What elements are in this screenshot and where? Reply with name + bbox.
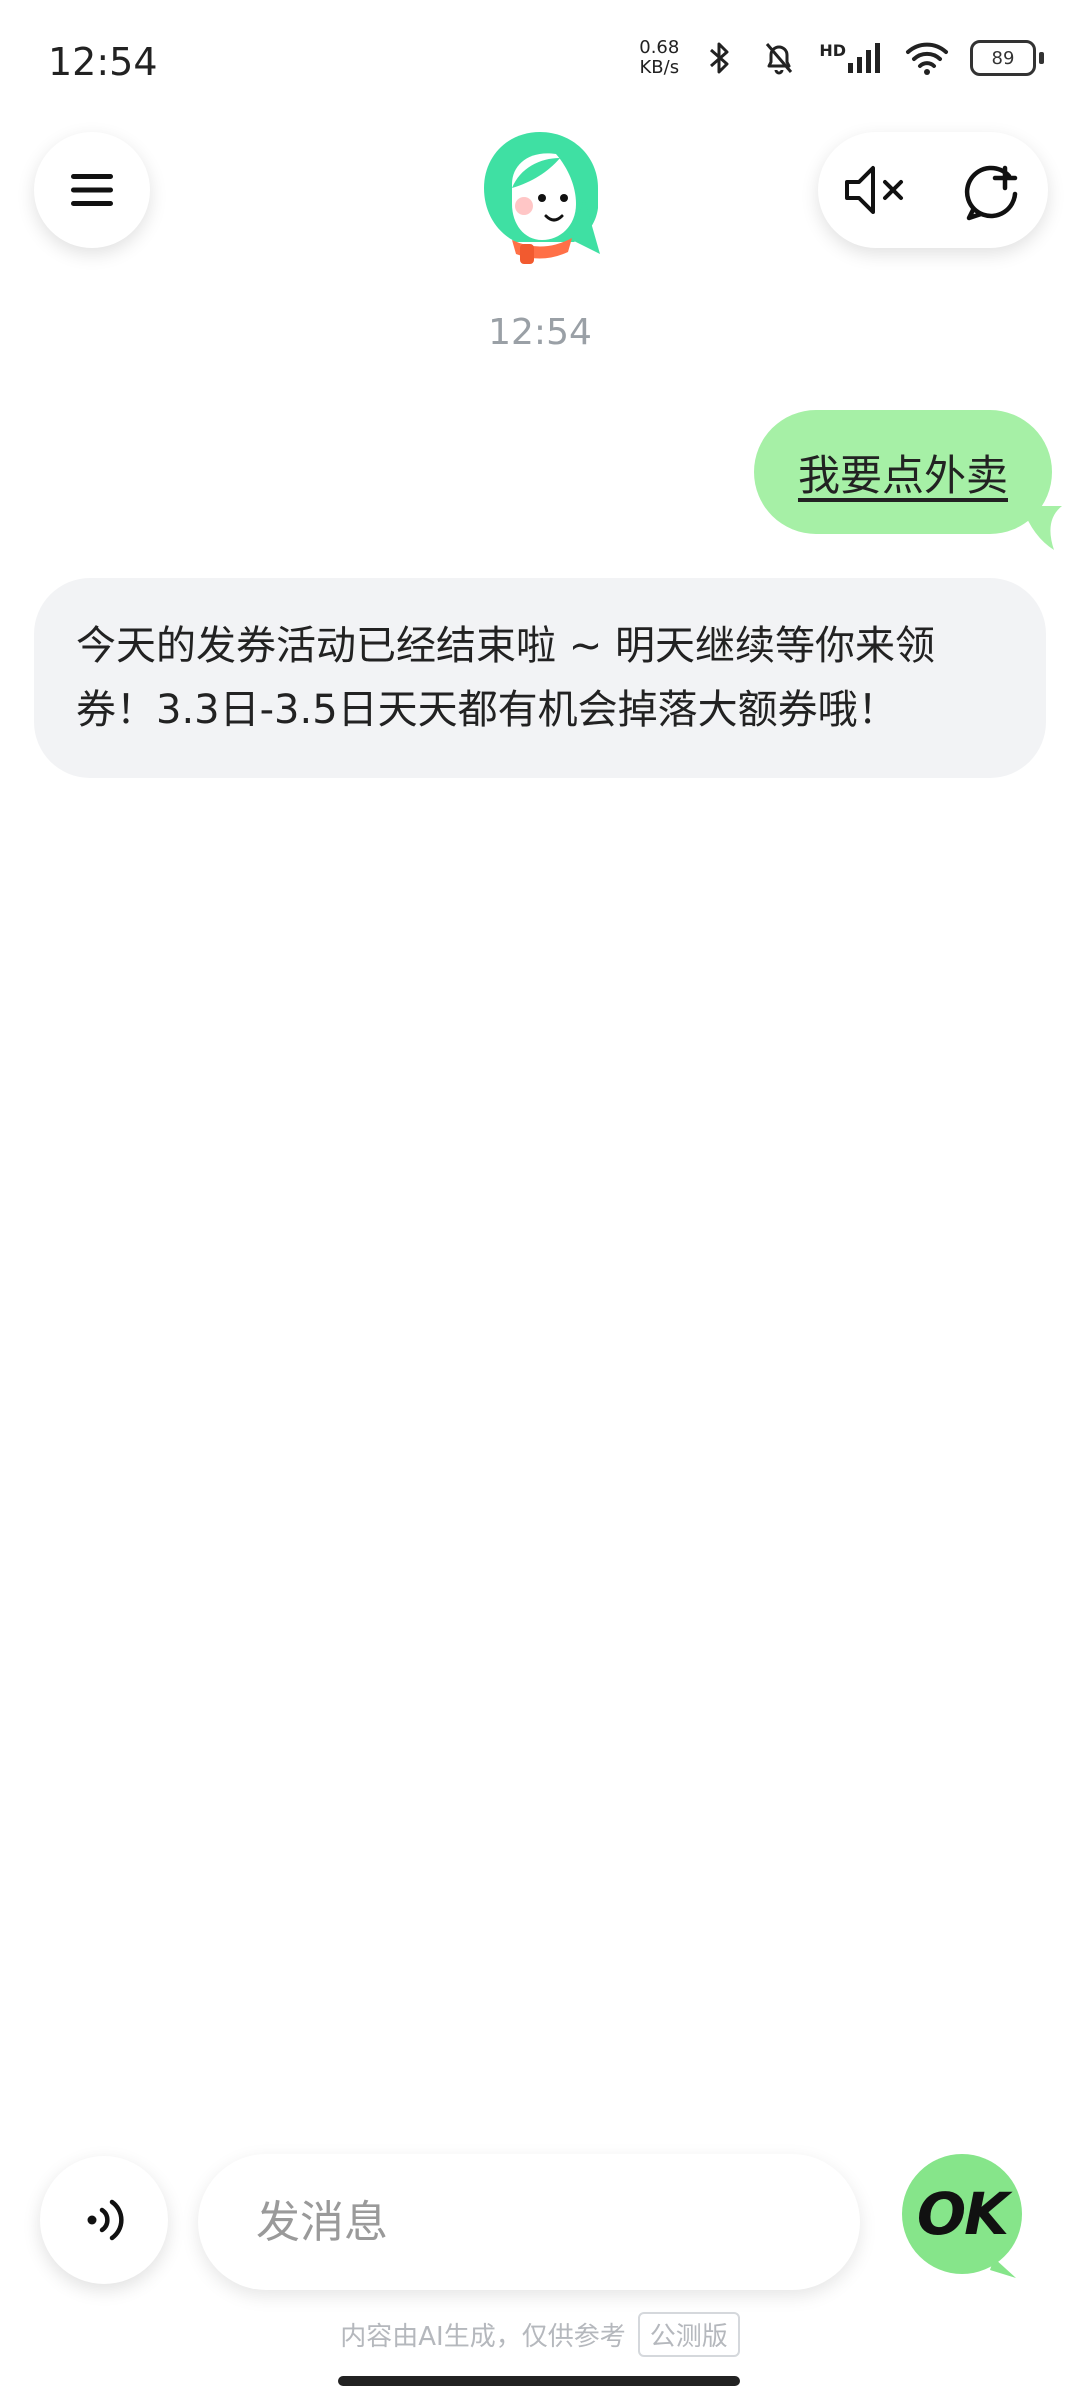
network-speed-value: 0.68 — [639, 37, 680, 58]
ai-disclaimer: 内容由AI生成，仅供参考 公测版 — [0, 2312, 1080, 2357]
chat-timestamp: 12:54 — [488, 312, 592, 353]
user-message-text[interactable]: 我要点外卖 — [798, 442, 1008, 503]
menu-button[interactable] — [34, 132, 150, 248]
mute-bell-icon — [766, 43, 793, 75]
beta-badge: 公测版 — [637, 2312, 740, 2357]
voice-input-button[interactable] — [40, 2156, 168, 2284]
ok-button[interactable]: OK — [898, 2152, 1032, 2286]
status-time: 12:54 — [48, 40, 158, 84]
bluetooth-icon — [710, 42, 729, 74]
disclaimer-text: 内容由AI生成，仅供参考 — [340, 2322, 626, 2352]
speaker-muted-icon — [844, 166, 903, 214]
ok-button-label: OK — [916, 2180, 1009, 2248]
wifi-icon — [906, 42, 948, 75]
network-speed-unit: KB/s — [639, 57, 680, 78]
message-input[interactable] — [254, 2195, 860, 2249]
battery-tip — [1039, 52, 1044, 64]
user-bubble-tail — [1022, 506, 1062, 550]
new-chat-button[interactable] — [946, 145, 1036, 235]
header-actions — [818, 132, 1048, 248]
assistant-message-bubble[interactable]: 今天的发券活动已经结束啦 ~ 明天继续等你来领券！3.3日-3.5日天天都有机会… — [34, 578, 1046, 778]
cellular-signal-icon: HD — [819, 41, 884, 75]
network-speed: 0.68 KB/s — [639, 38, 679, 78]
status-bar: 12:54 0.68 KB/s HD 89 — [0, 0, 1080, 120]
battery-level: 89 — [970, 40, 1036, 76]
message-input-container[interactable] — [198, 2154, 860, 2290]
signal-bars — [848, 43, 880, 73]
user-message-bubble[interactable]: 我要点外卖 — [753, 410, 1052, 534]
new-chat-icon — [964, 165, 1017, 221]
assistant-message-text: 今天的发券活动已经结束啦 ~ 明天继续等你来领券！3.3日-3.5日天天都有机会… — [76, 623, 935, 733]
home-indicator[interactable] — [338, 2376, 740, 2386]
assistant-avatar[interactable] — [476, 128, 604, 266]
voice-wave-icon — [87, 2199, 124, 2241]
status-icons: 0.68 KB/s HD 89 — [639, 38, 1044, 78]
battery-indicator: 89 — [970, 40, 1044, 76]
signal-label: HD — [819, 41, 846, 60]
menu-icon — [71, 174, 113, 206]
mute-button[interactable] — [831, 145, 921, 235]
